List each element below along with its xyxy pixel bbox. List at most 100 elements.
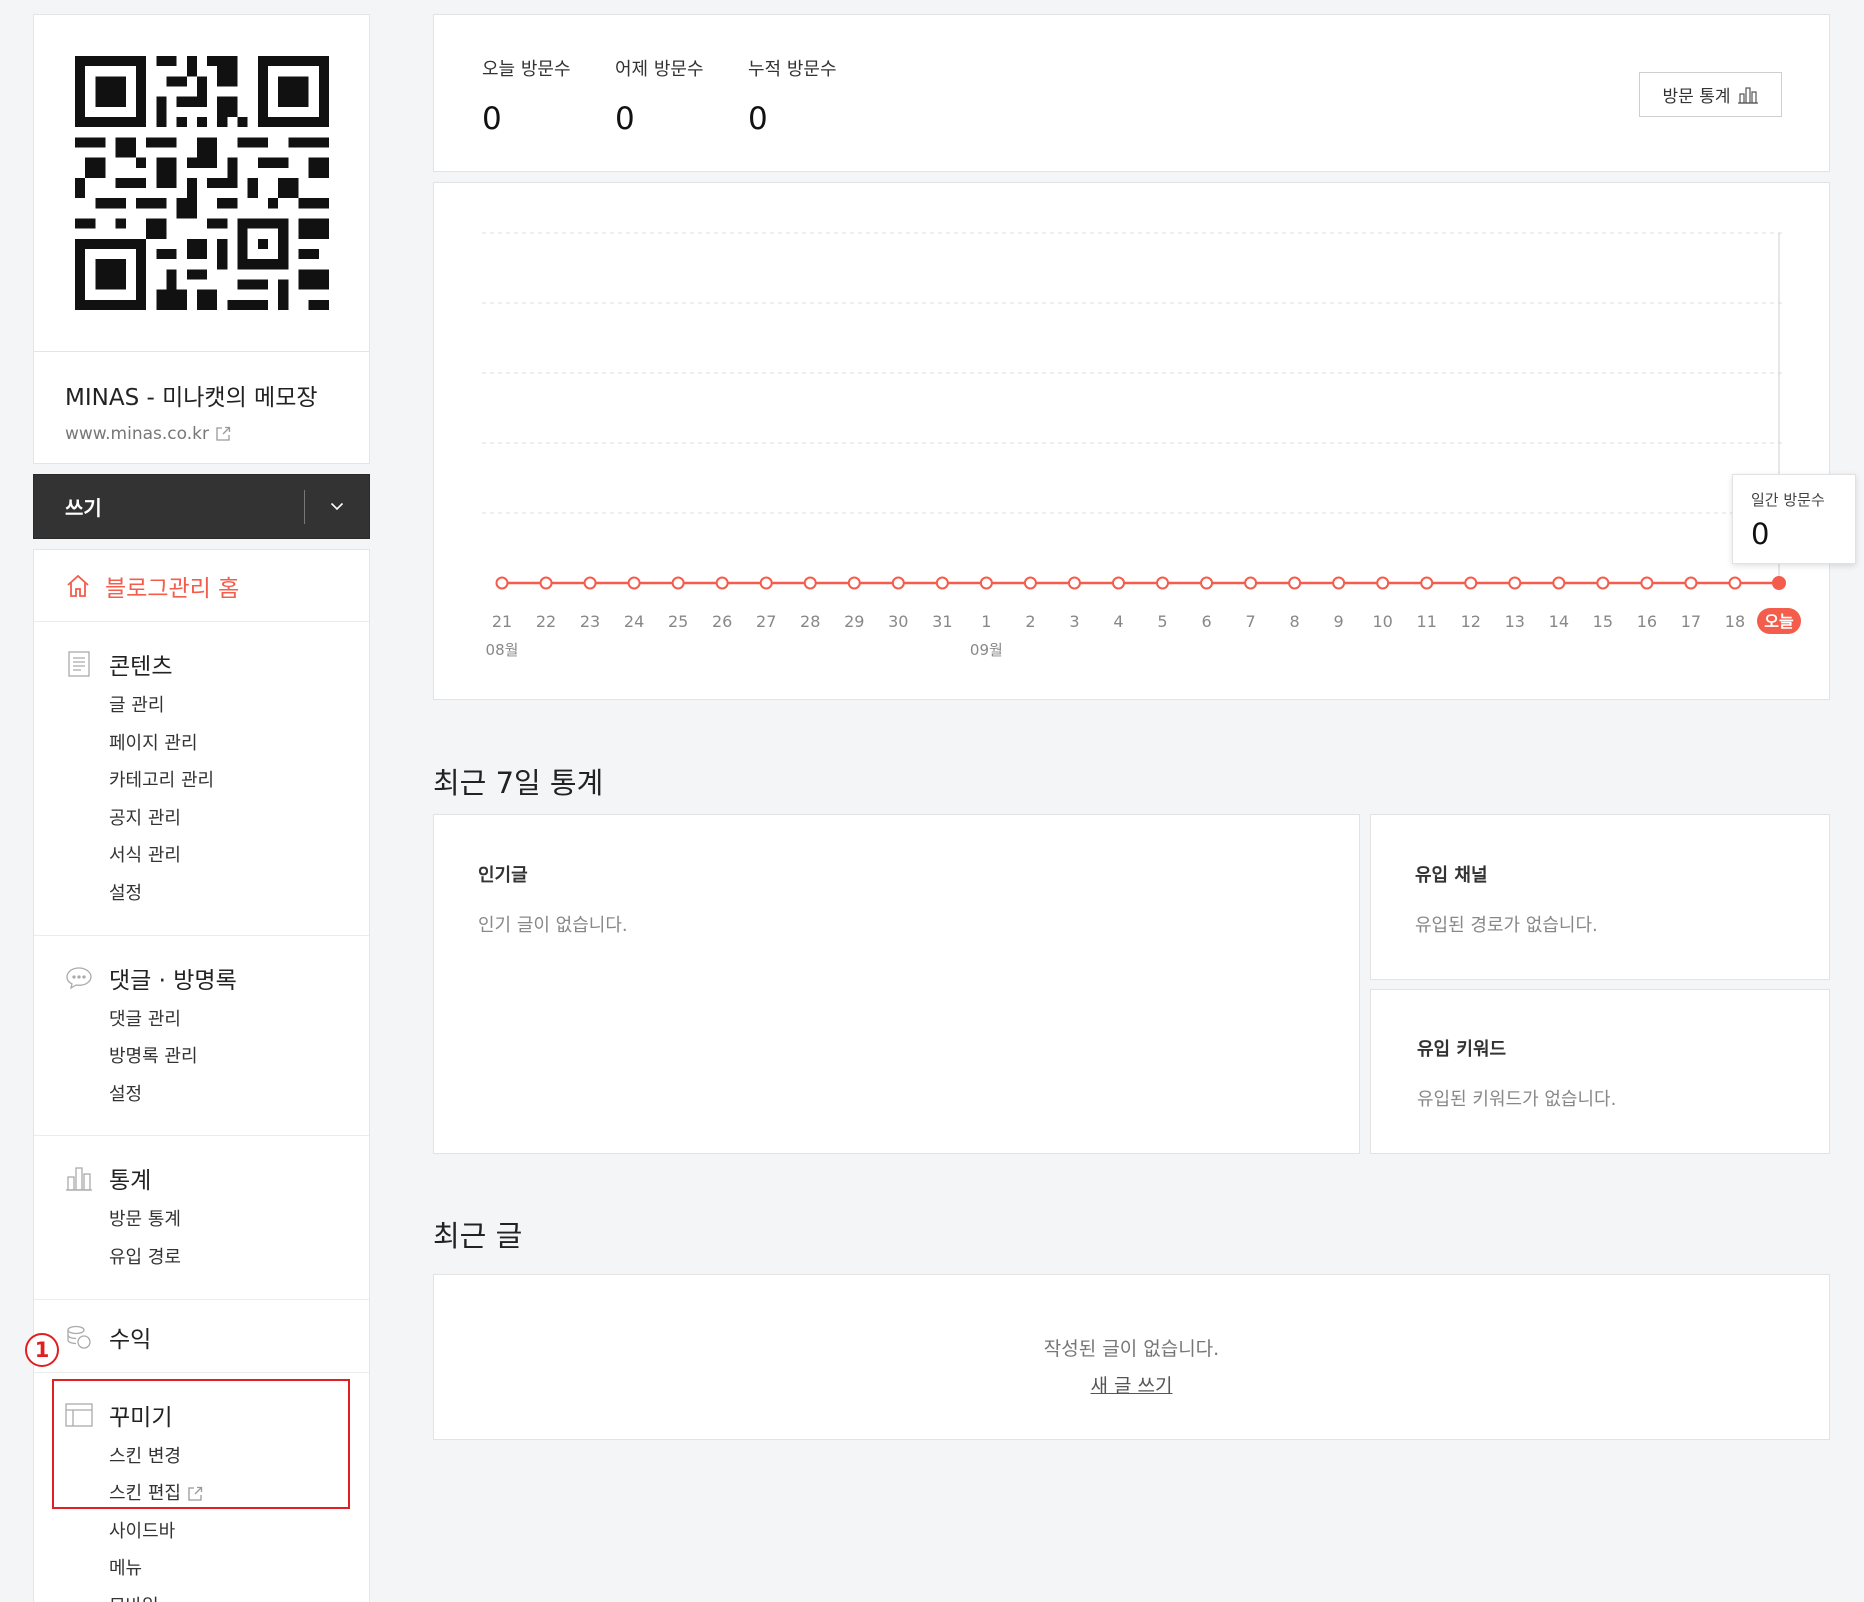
data-point xyxy=(1200,576,1214,590)
data-point xyxy=(1728,576,1742,590)
data-point xyxy=(803,576,817,590)
data-point xyxy=(1464,576,1478,590)
sidebar-item-sidebar[interactable]: 사이드바 xyxy=(109,1513,369,1551)
sidebar-item-pages[interactable]: 페이지 관리 xyxy=(109,725,369,763)
sidebar-home-label[interactable]: 블로그관리 홈 xyxy=(105,569,239,603)
data-point xyxy=(715,576,729,590)
tick-label: 2 xyxy=(1025,612,1035,631)
month-label: 08월 xyxy=(486,641,519,659)
sidebar-item-mobile[interactable]: 모바일 xyxy=(109,1588,369,1602)
sidebar: MINAS - 미나캣의 메모장 www.minas.co.kr 쓰기 블로그관… xyxy=(33,14,370,1602)
section-title-comments[interactable]: 댓글 · 방명록 xyxy=(109,961,237,995)
tick-label: 31 xyxy=(932,612,952,631)
sidebar-item-menu[interactable]: 메뉴 xyxy=(109,1550,369,1588)
tick-label: 4 xyxy=(1113,612,1123,631)
external-link-icon[interactable] xyxy=(215,426,231,442)
sidebar-item-content-settings[interactable]: 설정 xyxy=(109,875,369,913)
bar-chart-icon[interactable] xyxy=(1738,86,1759,104)
blog-url[interactable]: www.minas.co.kr xyxy=(65,424,209,444)
data-point xyxy=(1156,576,1170,590)
data-point xyxy=(1508,576,1522,590)
data-point xyxy=(495,576,509,590)
recent-posts-card: 작성된 글이 없습니다. 새 글 쓰기 xyxy=(433,1274,1830,1440)
inflow-keyword-card: 유입 키워드 유입된 키워드가 없습니다. xyxy=(1370,989,1830,1154)
inflow-keyword-empty: 유입된 키워드가 없습니다. xyxy=(1417,1089,1617,1110)
visit-total: 누적 방문수 0 xyxy=(748,55,837,137)
data-point xyxy=(583,576,597,590)
tick-label: 22 xyxy=(536,612,556,631)
tick-label: 9 xyxy=(1334,612,1344,631)
coins-icon xyxy=(67,1325,91,1349)
tick-label: 3 xyxy=(1069,612,1079,631)
tick-label: 29 xyxy=(844,612,864,631)
write-button[interactable]: 쓰기 xyxy=(33,474,370,539)
sidebar-item-notices[interactable]: 공지 관리 xyxy=(109,800,369,838)
section-title-stats[interactable]: 통계 xyxy=(109,1161,151,1195)
data-point xyxy=(671,576,685,590)
data-point xyxy=(759,576,773,590)
visit-yesterday: 어제 방문수 0 xyxy=(615,55,704,137)
sidebar-item-visit-stats[interactable]: 방문 통계 xyxy=(109,1201,369,1239)
data-point xyxy=(1288,576,1302,590)
section-title-content[interactable]: 콘텐츠 xyxy=(109,647,172,681)
new-post-link[interactable]: 새 글 쓰기 xyxy=(1091,1375,1173,1397)
tick-label: 10 xyxy=(1373,612,1393,631)
popular-posts-title: 인기글 xyxy=(478,865,528,886)
section-head-revenue[interactable]: 수익 xyxy=(34,1320,369,1354)
sidebar-section-comments: 댓글 · 방명록 댓글 관리 방명록 관리 설정 xyxy=(34,936,369,1137)
write-button-label[interactable]: 쓰기 xyxy=(34,492,304,521)
sidebar-item-posts[interactable]: 글 관리 xyxy=(109,687,369,725)
section-head-content[interactable]: 콘텐츠 xyxy=(34,647,369,681)
tick-label: 26 xyxy=(712,612,732,631)
visit-yesterday-label: 어제 방문수 xyxy=(615,59,704,80)
blog-url-link[interactable]: www.minas.co.kr xyxy=(65,424,338,444)
home-icon xyxy=(67,574,89,597)
sidebar-item-guestbook[interactable]: 방명록 관리 xyxy=(109,1038,369,1076)
chevron-down-icon[interactable] xyxy=(330,502,344,511)
visit-stats-button[interactable]: 방문 통계 xyxy=(1639,72,1782,117)
blog-info: MINAS - 미나캣의 메모장 www.minas.co.kr xyxy=(33,352,370,464)
data-point xyxy=(1244,576,1258,590)
visit-total-label: 누적 방문수 xyxy=(748,59,837,80)
write-dropdown-toggle[interactable] xyxy=(305,475,369,538)
data-point xyxy=(1067,576,1081,590)
blog-qr-code xyxy=(33,14,370,352)
popular-posts-empty: 인기 글이 없습니다. xyxy=(478,915,628,936)
section-head-comments[interactable]: 댓글 · 방명록 xyxy=(34,961,369,995)
sidebar-item-templates[interactable]: 서식 관리 xyxy=(109,837,369,875)
sidebar-item-blog-home[interactable]: 블로그관리 홈 xyxy=(34,550,369,622)
tick-label: 13 xyxy=(1505,612,1525,631)
tick-label: 1 xyxy=(981,612,991,631)
sidebar-item-comment-settings[interactable]: 설정 xyxy=(109,1076,369,1114)
sidebar-item-categories[interactable]: 카테고리 관리 xyxy=(109,762,369,800)
inflow-channel-empty: 유입된 경로가 없습니다. xyxy=(1415,915,1598,936)
visit-today-label: 오늘 방문수 xyxy=(482,59,571,80)
tick-label: 7 xyxy=(1245,612,1255,631)
data-point xyxy=(1023,576,1037,590)
tick-label: 6 xyxy=(1201,612,1211,631)
tick-label: 25 xyxy=(668,612,688,631)
tick-label: 30 xyxy=(888,612,908,631)
section-head-stats[interactable]: 통계 xyxy=(34,1161,369,1195)
tick-label: 24 xyxy=(624,612,644,631)
sidebar-section-revenue: 수익 xyxy=(34,1300,369,1373)
sidebar-item-comments[interactable]: 댓글 관리 xyxy=(109,1001,369,1039)
tick-label: 23 xyxy=(580,612,600,631)
tick-label: 8 xyxy=(1290,612,1300,631)
data-point xyxy=(1420,576,1434,590)
data-point xyxy=(1111,576,1125,590)
visit-stats-button-label[interactable]: 방문 통계 xyxy=(1663,82,1731,107)
section-title-revenue[interactable]: 수익 xyxy=(109,1320,151,1354)
data-point xyxy=(1684,576,1698,590)
visit-total-value: 0 xyxy=(748,101,768,137)
tick-label: 5 xyxy=(1157,612,1167,631)
tick-label: 27 xyxy=(756,612,776,631)
data-point xyxy=(1332,576,1346,590)
tooltip-label: 일간 방문수 xyxy=(1751,491,1825,509)
tick-label: 17 xyxy=(1681,612,1701,631)
sidebar-item-referrers[interactable]: 유입 경로 xyxy=(109,1239,369,1277)
sidebar-section-stats: 통계 방문 통계 유입 경로 xyxy=(34,1136,369,1300)
inflow-channel-card: 유입 채널 유입된 경로가 없습니다. xyxy=(1370,814,1830,980)
blog-title[interactable]: MINAS - 미나캣의 메모장 xyxy=(65,378,338,412)
data-point xyxy=(1552,576,1566,590)
